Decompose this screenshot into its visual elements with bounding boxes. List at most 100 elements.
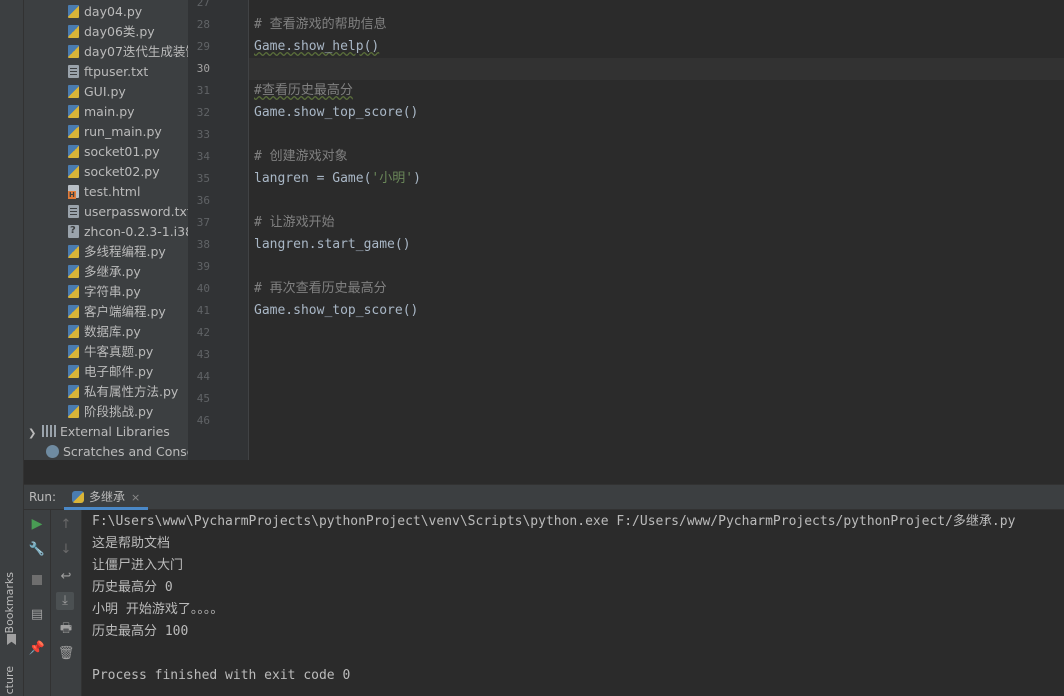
wrench-icon[interactable]: 🔧	[28, 541, 46, 559]
tree-external-libraries[interactable]: ❯ External Libraries	[28, 422, 170, 442]
code-line[interactable]: # 查看游戏的帮助信息	[254, 14, 387, 36]
tree-file-item[interactable]: 阶段挑战.py	[68, 402, 153, 422]
tree-file-item[interactable]: userpassword.txt	[68, 202, 188, 222]
code-line[interactable]: langren = Game('小明')	[254, 168, 421, 190]
tree-file-item[interactable]: day06类.py	[68, 22, 155, 42]
tree-scratches-label: Scratches and Conso	[63, 444, 188, 459]
tree-file-label: 电子邮件.py	[84, 364, 154, 379]
run-icon[interactable]: ▶	[28, 515, 46, 533]
tree-file-item[interactable]: 字符串.py	[68, 282, 141, 302]
code-line[interactable]: # 再次查看历史最高分	[254, 278, 387, 300]
close-icon[interactable]: ×	[131, 491, 140, 504]
line-number: 44	[196, 370, 210, 383]
console-output[interactable]: F:\Users\www\PycharmProjects\pythonProje…	[82, 510, 1064, 696]
code-line[interactable]: Game.show_help()	[254, 36, 379, 58]
bookmarks-label: Bookmarks	[3, 572, 16, 634]
tree-file-label: 私有属性方法.py	[84, 384, 179, 399]
down-arrow-icon[interactable]: ↓	[57, 541, 75, 559]
unknown-file-icon	[68, 225, 79, 238]
line-number: 32	[196, 106, 210, 119]
tree-file-item[interactable]: 客户端编程.py	[68, 302, 166, 322]
python-file-icon	[68, 305, 79, 318]
tree-file-item[interactable]: 多继承.py	[68, 262, 141, 282]
scratches-icon	[46, 445, 59, 458]
line-number: 37	[196, 216, 210, 229]
tree-file-label: 多线程编程.py	[84, 244, 166, 259]
code-line[interactable]: # 创建游戏对象	[254, 146, 348, 168]
tree-file-label: test.html	[84, 184, 141, 199]
tree-file-item[interactable]: ftpuser.txt	[68, 62, 148, 82]
code-line[interactable]: # 让游戏开始	[254, 212, 335, 234]
tree-file-label: day07迭代生成装饰	[84, 44, 188, 59]
tree-file-label: run_main.py	[84, 124, 162, 139]
trash-icon[interactable]: 🗑	[57, 645, 75, 663]
line-number: 39	[196, 260, 210, 273]
run-label: Run:	[29, 490, 57, 504]
structure-tab[interactable]: cture	[3, 666, 16, 694]
code-line[interactable]: langren.start_game()	[254, 234, 411, 256]
line-number: 45	[196, 392, 210, 405]
tree-file-item[interactable]: socket02.py	[68, 162, 160, 182]
soft-wrap-icon[interactable]: ↩	[57, 568, 75, 586]
tree-file-label: ftpuser.txt	[84, 64, 149, 79]
console-line: 这是帮助文档	[92, 536, 171, 551]
tree-file-label: main.py	[84, 104, 135, 119]
tree-scratches[interactable]: Scratches and Conso	[46, 442, 188, 460]
code-editor[interactable]: # 查看游戏的帮助信息 Game.show_help() #查看历史最高分 Game.…	[249, 0, 1064, 460]
code-line[interactable]: Game.show_top_score()	[254, 102, 418, 124]
tree-file-item[interactable]: day04.py	[68, 2, 142, 22]
tree-file-item[interactable]: 私有属性方法.py	[68, 382, 178, 402]
tree-file-item[interactable]: run_main.py	[68, 122, 162, 142]
tree-file-label: GUI.py	[84, 84, 126, 99]
pin-icon[interactable]: 📌	[28, 640, 46, 658]
tree-file-item[interactable]: zhcon-0.2.3-1.i386	[68, 222, 188, 242]
tree-file-label: 多继承.py	[84, 264, 141, 279]
line-number: 28	[196, 18, 210, 31]
up-arrow-icon[interactable]: ↑	[57, 516, 75, 534]
python-file-icon	[68, 265, 79, 278]
tree-file-label: 字符串.py	[84, 284, 141, 299]
stop-icon[interactable]	[28, 573, 46, 591]
tree-file-item[interactable]: 多线程编程.py	[68, 242, 166, 262]
tree-file-item[interactable]: 数据库.py	[68, 322, 141, 342]
left-tool-stripe: Bookmarks cture	[0, 0, 24, 696]
tree-file-item[interactable]: main.py	[68, 102, 135, 122]
run-tab-bar: Run: 多继承 ×	[24, 485, 1064, 510]
tree-file-item[interactable]: 牛客真题.py	[68, 342, 153, 362]
chevron-right-icon[interactable]: ❯	[28, 424, 42, 444]
text-file-icon	[68, 205, 79, 218]
print-icon[interactable]: 🖶	[57, 620, 75, 638]
python-file-icon	[68, 385, 79, 398]
tree-file-item[interactable]: day07迭代生成装饰	[68, 42, 188, 62]
tree-file-item[interactable]: GUI.py	[68, 82, 126, 102]
tree-libraries-label: External Libraries	[60, 424, 170, 439]
tree-file-label: 客户端编程.py	[84, 304, 166, 319]
line-number: 43	[196, 348, 210, 361]
editor-gutter: 27 28 29 30 31 32 33 34 35 36 37 38 39 40 41 42 43 44 45 46	[188, 0, 249, 460]
tree-file-label: socket01.py	[84, 144, 160, 159]
code-line[interactable]: #查看历史最高分	[254, 80, 353, 102]
current-line-highlight	[249, 58, 1064, 80]
bookmarks-tab[interactable]: Bookmarks	[3, 572, 16, 633]
tree-file-label: zhcon-0.2.3-1.i386	[84, 224, 188, 239]
code-line[interactable]: Game.show_top_score()	[254, 300, 418, 322]
tree-file-item[interactable]: test.html	[68, 182, 140, 202]
scroll-end-icon[interactable]: ⤓	[56, 592, 74, 610]
run-config-tab[interactable]: 多继承 ×	[64, 485, 149, 510]
tree-file-label: day04.py	[84, 4, 143, 19]
tree-file-item[interactable]: socket01.py	[68, 142, 160, 162]
line-number: 38	[196, 238, 210, 251]
python-file-icon	[68, 45, 79, 58]
layout-icon[interactable]: ▤	[28, 606, 46, 624]
string-literal: '小明'	[371, 171, 414, 186]
line-number: 35	[196, 172, 210, 185]
tree-file-label: 数据库.py	[84, 324, 141, 339]
text-file-icon	[68, 65, 79, 78]
tree-file-label: userpassword.txt	[84, 204, 188, 219]
line-number: 34	[196, 150, 210, 163]
tree-file-label: 阶段挑战.py	[84, 404, 154, 419]
bookmark-icon[interactable]	[7, 634, 16, 645]
python-file-icon	[68, 345, 79, 358]
tree-file-item[interactable]: 电子邮件.py	[68, 362, 153, 382]
line-number: 33	[196, 128, 210, 141]
